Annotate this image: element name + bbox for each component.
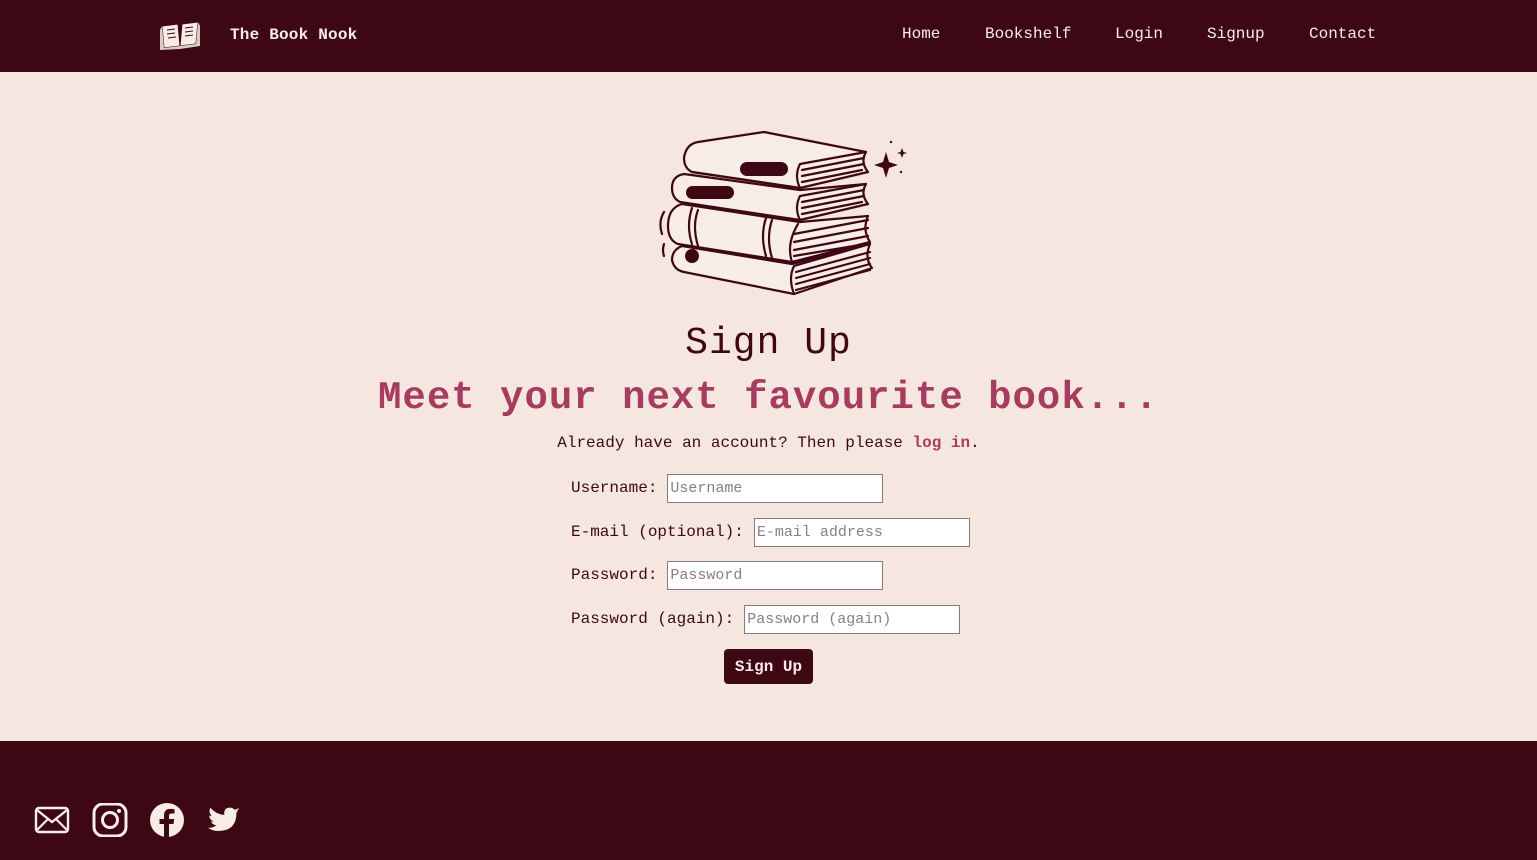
password-confirm-label: Password (again): [571,610,735,628]
password-row: Password: [571,560,884,590]
nav-bookshelf-link[interactable]: Bookshelf [985,24,1071,44]
email-label: E-mail (optional): [571,523,744,541]
facebook-icon[interactable] [149,803,185,837]
password-input[interactable] [667,560,884,590]
login-prompt-text: Already have an account? Then please [557,434,913,452]
password-confirm-row: Password (again): [571,604,961,634]
sign-up-button[interactable]: Sign Up [724,649,813,684]
password-label: Password: [571,566,658,584]
username-label: Username: [571,479,658,497]
nav-signup-link[interactable]: Signup [1207,24,1265,44]
tagline: Meet your next favourite book... [378,376,1159,420]
login-prompt: Already have an account? Then please log… [0,434,1537,452]
mail-icon[interactable] [34,803,70,837]
email-row: E-mail (optional): [571,517,970,547]
password-confirm-input[interactable] [744,604,961,634]
navbar: The Book Nook Home Bookshelf Login Signu… [0,0,1537,72]
nav-contact-link[interactable]: Contact [1309,24,1376,44]
page-title: Sign Up [685,322,852,365]
instagram-icon[interactable] [92,803,128,837]
stacked-books-icon [659,130,907,296]
nav-home-link[interactable]: Home [902,24,940,44]
twitter-icon[interactable] [206,803,242,837]
nav-links: Home Bookshelf Login Signup Contact [0,24,1537,48]
nav-login-link[interactable]: Login [1115,24,1163,44]
footer [0,741,1537,860]
username-row: Username: [571,473,884,503]
email-input[interactable] [753,517,970,547]
login-prompt-suffix: . [970,434,980,452]
login-link[interactable]: log in [913,434,971,452]
username-input[interactable] [667,473,884,503]
